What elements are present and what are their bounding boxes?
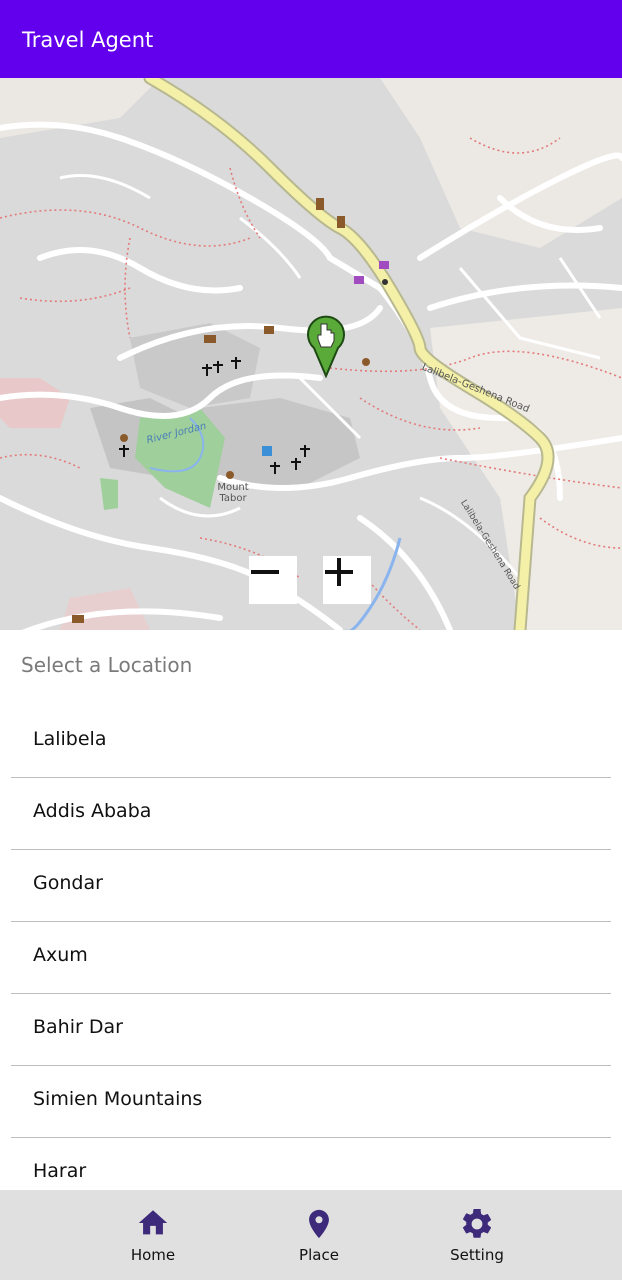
- place-icon: [309, 1209, 329, 1239]
- home-icon: [138, 1210, 168, 1235]
- zoom-in-button[interactable]: [323, 556, 371, 604]
- nav-setting[interactable]: Setting: [427, 1190, 527, 1280]
- list-item[interactable]: Gondar: [11, 850, 611, 922]
- location-label: Axum: [33, 944, 88, 966]
- mount-label: Mount Tabor: [217, 482, 249, 504]
- list-item[interactable]: Harar: [11, 1138, 611, 1190]
- location-label: Harar: [33, 1160, 87, 1182]
- location-label: Simien Mountains: [33, 1088, 203, 1110]
- list-item[interactable]: Axum: [11, 922, 611, 994]
- app-bar: Travel Agent: [0, 0, 622, 78]
- nav-setting-label: Setting: [450, 1246, 504, 1264]
- location-label: Addis Ababa: [33, 800, 152, 822]
- map-view[interactable]: River Jordan Mount Tabor Lalibela-Geshen…: [0, 78, 622, 630]
- nav-home[interactable]: Home: [103, 1190, 203, 1280]
- list-item[interactable]: Lalibela: [11, 706, 611, 778]
- nav-place-label: Place: [299, 1246, 339, 1264]
- location-label: Bahir Dar: [33, 1016, 123, 1038]
- location-label: Lalibela: [33, 728, 107, 750]
- gear-icon: [462, 1208, 492, 1238]
- map-marker-icon[interactable]: [306, 312, 346, 378]
- list-item[interactable]: Addis Ababa: [11, 778, 611, 850]
- list-item[interactable]: Simien Mountains: [11, 1066, 611, 1138]
- list-item[interactable]: Bahir Dar: [11, 994, 611, 1066]
- plus-icon: [325, 558, 353, 586]
- bottom-navigation: Home Place Setting: [0, 1190, 622, 1280]
- zoom-out-button[interactable]: [249, 556, 297, 604]
- minus-icon: [251, 570, 279, 574]
- select-location-title: Select a Location: [21, 653, 193, 677]
- nav-place[interactable]: Place: [269, 1190, 369, 1280]
- nav-home-label: Home: [130, 1246, 176, 1264]
- app-title: Travel Agent: [22, 28, 154, 52]
- location-label: Gondar: [33, 872, 103, 894]
- location-list[interactable]: Lalibela Addis Ababa Gondar Axum Bahir D…: [11, 706, 611, 1190]
